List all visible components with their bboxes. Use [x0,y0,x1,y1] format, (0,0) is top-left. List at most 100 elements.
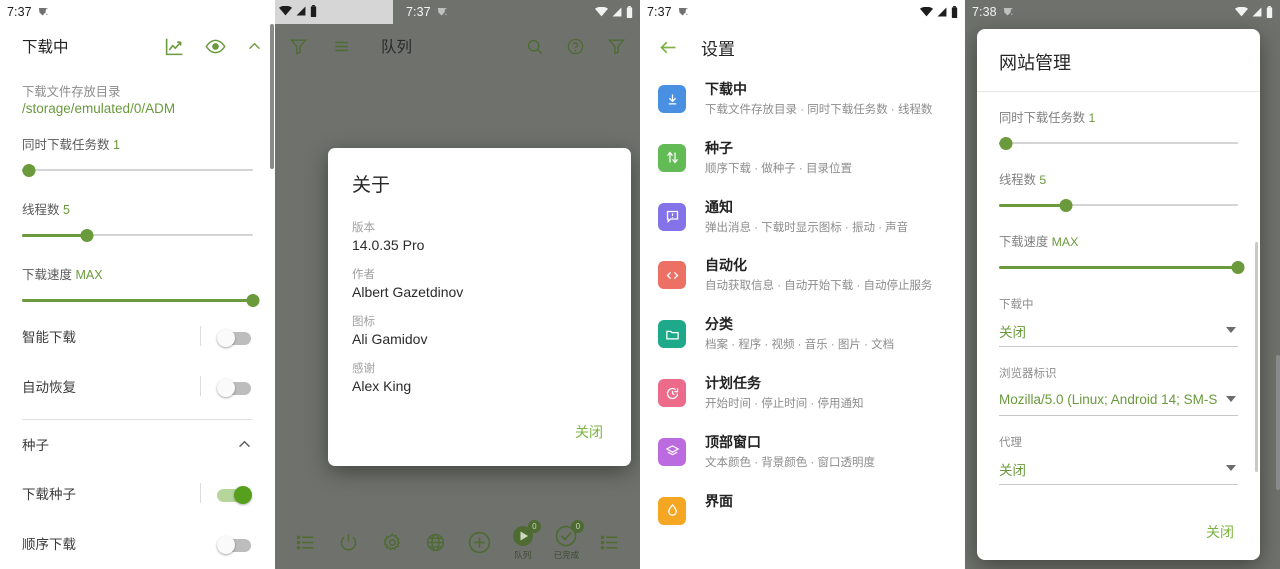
download-torrent-row[interactable]: 下载种子 [22,468,253,518]
switch-thumb [217,329,235,347]
settings-item-interface[interactable]: 界面 [640,482,965,534]
chevron-up-icon[interactable] [246,38,263,55]
vertical-scrollbar[interactable] [270,24,274,169]
threads-slider[interactable] [999,194,1238,216]
item-subtitle: 文本颜色 · 背景颜色 · 窗口透明度 [705,456,875,469]
settings-item-torrent[interactable]: 种子 顺序下载 · 做种子 · 目录位置 [640,129,965,188]
section-torrent[interactable]: 种子 [22,420,253,468]
bottom-nav-queue[interactable]: 0 队列 [503,519,543,561]
item-subtitle: 开始时间 · 停止时间 · 停用通知 [705,398,864,411]
dialog-scrollbar[interactable] [1255,242,1258,472]
dialog-header: 网站管理 [977,29,1260,91]
back-arrow-icon[interactable] [658,37,679,58]
filter-icon[interactable] [607,37,626,56]
download-speed-slider[interactable] [999,256,1245,278]
filter-icon[interactable] [289,37,308,56]
bell-icon [658,202,686,231]
row-value: Albert Gazetdinov [352,284,464,300]
bottom-nav-power[interactable] [329,532,369,553]
dialog-close-button[interactable]: 关闭 [1202,518,1238,546]
settings-item-downloading[interactable]: 下载中 下载文件存放目录 · 同时下载任务数 · 线程数 [640,70,965,129]
auto-resume-switch[interactable] [217,379,253,397]
item-title: 顶部窗口 [705,433,761,450]
downloading-select[interactable]: 关闭 [999,315,1238,347]
item-title: 种子 [705,139,733,156]
sequential-download-row[interactable]: 顺序下载 [22,518,253,568]
dialog-close-button[interactable]: 关闭 [571,416,607,448]
status-icons-right [920,6,958,18]
settings-item-notification[interactable]: 通知 弹出消息 · 下载时显示图标 · 振动 · 声音 [640,188,965,247]
bottom-nav-completed[interactable]: 0 已完成 [546,519,586,561]
threads-slider[interactable] [22,224,253,246]
concurrent-tasks-slider[interactable] [22,159,253,181]
graph-icon[interactable] [164,36,185,57]
divider [200,483,201,503]
proxy-select-label: 代理 [999,437,1022,449]
item-title: 分类 [705,316,733,333]
eye-icon[interactable] [205,36,226,57]
concurrent-tasks-slider[interactable] [999,132,1238,154]
row-key: 图标 [352,316,375,328]
settings-item-categories[interactable]: 分类 档案 · 程序 · 视频 · 音乐 · 图片 · 文档 [640,305,965,364]
menu-icon[interactable] [332,37,351,56]
proxy-select[interactable]: 关闭 [999,453,1238,485]
row-value: Ali Gamidov [352,331,428,347]
layers-icon [658,437,686,466]
smart-download-switch[interactable] [217,329,253,347]
slider-knob[interactable] [22,163,36,177]
search-icon[interactable] [525,37,544,56]
status-bar-2: 7:37 ⛊⁚ [275,0,640,24]
vpn-icon: ⛊⁚ [678,6,689,18]
sequential-download-switch[interactable] [217,536,253,554]
bottom-nav-settings[interactable] [372,532,412,553]
panel2-toolbar: 队列 [275,24,640,68]
slider-fill [999,266,1238,269]
slider-knob[interactable] [80,228,94,242]
dialog-title: 网站管理 [999,53,1071,73]
toggle-label: 顺序下载 [22,537,76,552]
download-torrent-switch[interactable] [217,486,253,504]
item-title: 计划任务 [705,375,761,392]
vpn-icon: ⛊⁚ [437,6,448,18]
settings-item-top-window[interactable]: 顶部窗口 文本颜色 · 背景颜色 · 窗口透明度 [640,423,965,482]
slider-knob[interactable] [1231,260,1245,274]
toggle-label: 下载种子 [22,487,76,502]
dialog-title: 关于 [352,175,391,196]
item-subtitle: 顺序下载 · 做种子 · 目录位置 [705,162,852,175]
folder-icon [658,320,686,349]
select-value: 关闭 [999,324,1026,340]
slider-knob[interactable] [1059,198,1073,212]
settings-item-scheduled-tasks[interactable]: 计划任务 开始时间 · 停止时间 · 停用通知 [640,364,965,423]
bottom-nav-add[interactable] [459,530,499,555]
concurrent-tasks-label: 同时下载任务数 1 [999,111,1096,125]
download-dir-value[interactable]: /storage/emulated/0/ADM [22,101,253,116]
status-time: 7:37 [7,5,32,19]
bottom-nav-list-left[interactable] [285,532,325,553]
slider-knob[interactable] [246,293,260,307]
bottom-nav-label: 已完成 [553,549,580,560]
settings-item-automation[interactable]: 自动化 自动获取信息 · 自动开始下载 · 自动停止服务 [640,246,965,305]
panel1-toolbar: 下载中 [0,24,275,68]
vpn-icon: ⛊⁚ [38,6,49,18]
slider-fill [999,204,1066,207]
about-dialog: 关于 版本 14.0.35 Pro 作者 Albert Gazetdinov 图… [328,148,631,466]
help-icon[interactable] [566,37,585,56]
bottom-nav-browser[interactable] [416,532,456,553]
download-speed-slider[interactable] [22,289,260,311]
auto-resume-row[interactable]: 自动恢复 [22,361,253,411]
item-title: 通知 [705,198,733,215]
user-agent-select[interactable]: Mozilla/5.0 (Linux; Android 14; SM-S [999,384,1238,416]
slider-knob[interactable] [999,136,1013,150]
item-title: 自动化 [705,257,747,274]
dialog-row: 感谢 Alex King [352,360,607,394]
screen-scrollbar[interactable] [1276,355,1280,490]
chevron-up-icon[interactable] [236,436,253,453]
status-icons-left [279,5,317,17]
status-time: 7:38 [972,5,997,19]
threads-label: 线程数 5 [22,203,70,217]
smart-download-row[interactable]: 智能下载 [22,311,253,361]
bottom-nav-list-right[interactable] [590,532,630,553]
power-icon [338,532,359,553]
chevron-down-icon [1226,465,1236,471]
panel-settings-list: 7:37 ⛊⁚ 设置 下载中 下载文件存放目录 · 同时下载任务数 · 线程数 [640,0,965,569]
